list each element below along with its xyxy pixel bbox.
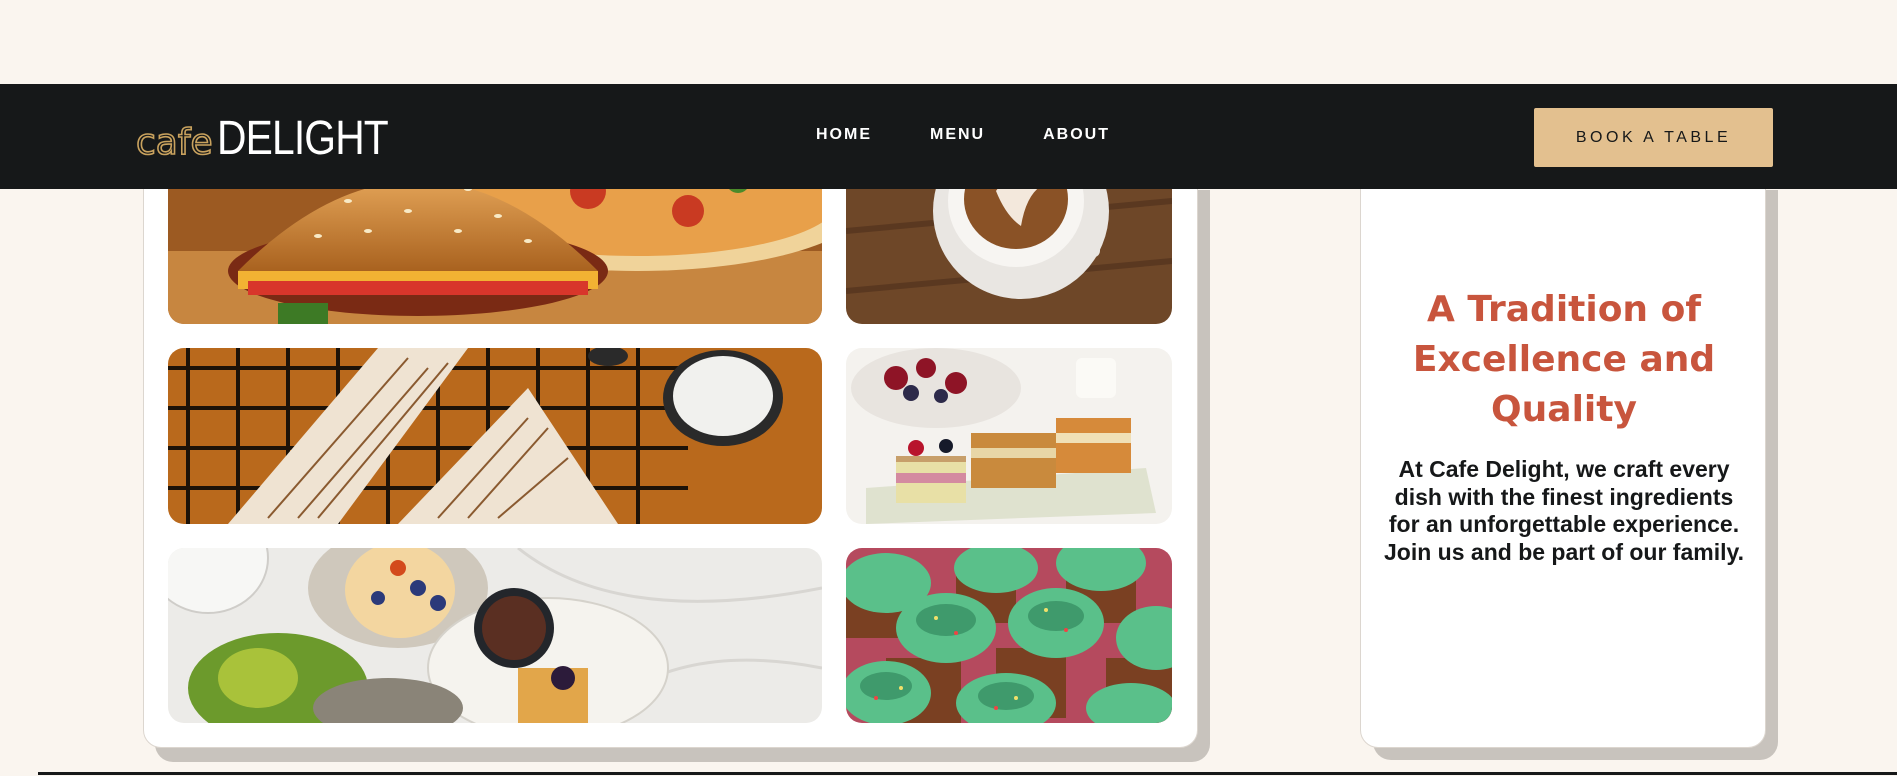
book-a-table-button[interactable]: BOOK A TABLE: [1534, 108, 1773, 167]
nav-link-about[interactable]: ABOUT: [1043, 126, 1110, 144]
nav-links: HOME MENU ABOUT: [816, 126, 1110, 144]
logo-delight-text: DELIGHT: [216, 112, 389, 165]
about-text: At Cafe Delight, we craft every dish wit…: [1384, 456, 1744, 565]
nav-link-menu[interactable]: MENU: [930, 126, 985, 144]
gallery-card: [143, 150, 1198, 748]
gallery-image-cakes: [846, 348, 1172, 524]
gallery-image-breakfast: [168, 548, 822, 723]
gallery-image-wraps: [168, 348, 822, 524]
section-divider: [38, 772, 1897, 775]
about-card: A Tradition of Excellence and Quality At…: [1360, 150, 1766, 748]
logo-cafe-text: cafe: [135, 122, 213, 163]
about-title: A Tradition of Excellence and Quality: [1412, 289, 1716, 430]
navbar: cafe DELIGHT HOME MENU ABOUT BOOK A TABL…: [0, 84, 1897, 189]
gallery-image-cupcakes: [846, 548, 1172, 723]
logo[interactable]: cafe DELIGHT: [135, 108, 418, 165]
nav-link-home[interactable]: HOME: [816, 126, 872, 144]
